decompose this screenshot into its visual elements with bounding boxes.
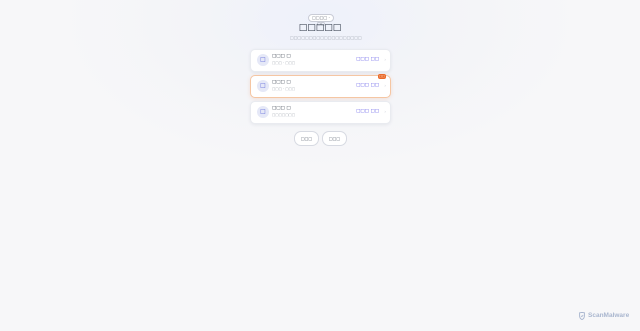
- secondary-button-right[interactable]: □□□: [322, 131, 347, 146]
- option-card-2[interactable]: □ □□□ □ □□□ · □□□ □□□ □□ › □□: [250, 74, 391, 98]
- watermark-text: ScanMalware: [588, 312, 630, 319]
- scanmalware-logo-icon: [579, 312, 585, 320]
- chevron-right-icon: ›: [384, 57, 386, 62]
- option-icon: □: [257, 54, 269, 66]
- option-name: □□□ □: [272, 106, 291, 111]
- option-name: □□□ □: [272, 80, 291, 85]
- page-title: □□□□□: [298, 23, 342, 33]
- option-meta: □□□ · □□□: [272, 87, 296, 91]
- recommended-tag: □□: [378, 74, 386, 79]
- option-meta: □□□□□□□: [272, 113, 296, 117]
- option-price: □□□ □□: [356, 57, 379, 62]
- option-card-3[interactable]: □ □□□ □ □□□□□□□ □□□ □□ ›: [250, 101, 391, 124]
- chevron-right-icon: ›: [384, 109, 386, 114]
- header-badge: □□□□ · □□: [308, 14, 334, 26]
- option-meta: □□□ · □□□: [272, 61, 296, 65]
- option-price: □□□ □□: [356, 83, 379, 88]
- page-subtitle: □□□□□□□□□□□□□□□□□□□: [290, 35, 362, 40]
- option-price: □□□ □□: [356, 109, 379, 114]
- secondary-button-left[interactable]: □□□: [294, 131, 319, 146]
- option-icon: □: [257, 106, 269, 118]
- option-icon: □: [257, 80, 269, 92]
- scanmalware-watermark: ScanMalware: [578, 311, 629, 321]
- option-card-1[interactable]: □ □□□ □ □□□ · □□□ □□□ □□ ›: [250, 49, 391, 72]
- chevron-right-icon: ›: [384, 83, 386, 88]
- option-name: □□□ □: [272, 54, 291, 59]
